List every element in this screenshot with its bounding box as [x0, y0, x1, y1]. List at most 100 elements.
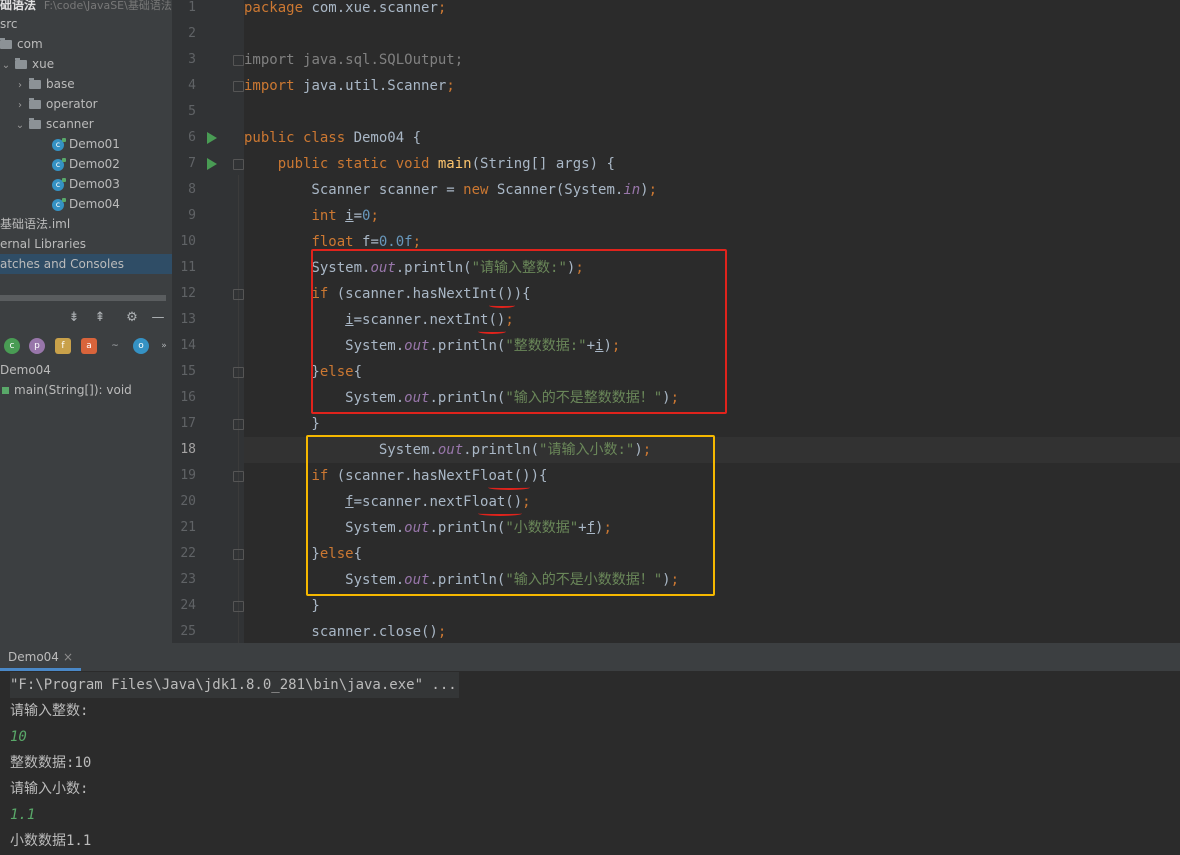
- line-number: 7: [188, 156, 196, 171]
- console-line: "F:\Program Files\Java\jdk1.8.0_281\bin\…: [10, 672, 459, 698]
- fold-marker-icon[interactable]: [233, 159, 244, 170]
- structure-class-label: Demo04: [0, 363, 51, 377]
- tab-demo04[interactable]: Demo04 ×: [0, 643, 81, 671]
- tree-item-label: base: [46, 77, 75, 91]
- code-token: ;: [454, 52, 464, 68]
- tree-item-xue[interactable]: ⌄ xue: [0, 54, 54, 74]
- code-token: scanner.close(): [244, 624, 438, 640]
- fold-marker-icon[interactable]: [233, 367, 244, 378]
- code-line[interactable]: }: [244, 593, 1180, 619]
- show-fields-icon[interactable]: f: [55, 338, 71, 354]
- code-line[interactable]: [244, 99, 1180, 125]
- code-token: ;: [437, 624, 447, 640]
- structure-method[interactable]: main(String[]): void: [2, 380, 132, 400]
- close-icon[interactable]: ×: [63, 650, 73, 664]
- code-line[interactable]: package com.xue.scanner;: [244, 0, 1180, 21]
- run-gutter-icon[interactable]: [207, 158, 217, 170]
- tree-item-demo03[interactable]: c Demo03: [52, 174, 120, 194]
- autoscroll-icon[interactable]: o: [133, 338, 149, 354]
- gear-icon[interactable]: ⚙: [124, 310, 140, 326]
- fold-marker-icon[interactable]: [233, 81, 244, 92]
- console-line: 请输入小数:: [10, 781, 89, 797]
- line-number: 19: [180, 468, 196, 483]
- code-line[interactable]: Scanner scanner = new Scanner(System.in)…: [244, 177, 1180, 203]
- code-line[interactable]: [244, 21, 1180, 47]
- tree-item-iml[interactable]: 基础语法.iml: [0, 214, 70, 234]
- tree-item-demo01[interactable]: c Demo01: [52, 134, 120, 154]
- chevron-down-icon[interactable]: ⌄: [0, 56, 12, 76]
- method-lock-icon: [2, 387, 9, 394]
- code-line[interactable]: public static void main(String[] args) {: [244, 151, 1180, 177]
- run-tool-window-tabs: Demo04 ×: [0, 643, 1180, 672]
- code-token: =: [353, 208, 363, 224]
- run-gutter-icon[interactable]: [207, 132, 217, 144]
- code-token: public static void: [244, 156, 438, 172]
- minimize-icon[interactable]: —: [150, 310, 166, 326]
- fold-marker-icon[interactable]: [233, 471, 244, 482]
- line-number: 6: [188, 130, 196, 145]
- line-number: 5: [188, 104, 196, 119]
- code-token: }: [244, 598, 320, 614]
- code-line[interactable]: }: [244, 411, 1180, 437]
- code-token: import: [244, 78, 304, 94]
- tree-item-label: atches and Consoles: [0, 257, 124, 271]
- code-token: 0.0f: [378, 234, 413, 250]
- structure-toolbar: ⇟ ⇞ ⚙ —: [0, 304, 172, 332]
- tree-item-label: ernal Libraries: [0, 237, 87, 251]
- tree-item-scratches[interactable]: atches and Consoles: [0, 254, 172, 274]
- structure-method-label: main(String[]): void: [14, 383, 132, 397]
- code-token: ;: [370, 208, 379, 224]
- code-token: ;: [446, 78, 455, 94]
- show-properties-icon[interactable]: p: [29, 338, 45, 354]
- code-token: import: [244, 52, 304, 68]
- tab-label: Demo04: [8, 650, 59, 664]
- fold-marker-icon[interactable]: [233, 55, 244, 66]
- code-line[interactable]: scanner.close();: [244, 619, 1180, 643]
- code-line[interactable]: int i=0;: [244, 203, 1180, 229]
- code-line[interactable]: import java.util.Scanner;: [244, 73, 1180, 99]
- structure-class[interactable]: Demo04: [0, 360, 51, 380]
- indent-guide: [238, 175, 239, 643]
- tree-item-scanner[interactable]: ⌄ scanner: [14, 114, 94, 134]
- code-token: Scanner(System.: [496, 182, 624, 198]
- line-number: 22: [180, 546, 196, 561]
- more-icon[interactable]: »: [156, 338, 172, 354]
- code-line[interactable]: public class Demo04 {: [244, 125, 1180, 151]
- code-token: java.util.Scanner: [303, 78, 447, 94]
- tree-item-base[interactable]: › base: [14, 74, 75, 94]
- tree-item-external-libraries[interactable]: ernal Libraries: [0, 234, 86, 254]
- code-token: ;: [648, 182, 658, 198]
- tree-item-src[interactable]: src: [0, 14, 18, 34]
- folder-icon: [29, 98, 41, 109]
- code-line[interactable]: import java.sql.SQLOutput;: [244, 47, 1180, 73]
- tree-item-label: scanner: [46, 117, 94, 131]
- code-token: f=: [362, 234, 379, 250]
- tree-item-operator[interactable]: › operator: [14, 94, 98, 114]
- code-token: public class: [244, 130, 354, 146]
- tree-item-demo04[interactable]: c Demo04: [52, 194, 120, 214]
- code-token: float: [311, 234, 363, 250]
- show-non-public-icon[interactable]: a: [81, 338, 97, 354]
- fold-marker-icon[interactable]: [233, 289, 244, 300]
- project-header[interactable]: 础语法 F:\code\JavaSE\基础语法: [0, 0, 172, 15]
- fold-marker-icon[interactable]: [233, 419, 244, 430]
- collapse-all-icon[interactable]: ⇞: [92, 310, 108, 326]
- horizontal-scrollbar[interactable]: [0, 295, 166, 301]
- chevron-right-icon[interactable]: ›: [14, 76, 26, 96]
- show-inherited-icon[interactable]: c: [4, 338, 20, 354]
- filter-lambdas-icon[interactable]: ~: [107, 338, 123, 354]
- expand-all-icon[interactable]: ⇟: [66, 310, 82, 326]
- line-number: 11: [180, 260, 196, 275]
- chevron-right-icon[interactable]: ›: [14, 96, 26, 116]
- chevron-down-icon[interactable]: ⌄: [14, 116, 26, 136]
- fold-marker-icon[interactable]: [233, 549, 244, 560]
- tree-item-com[interactable]: com: [0, 34, 43, 54]
- run-console[interactable]: "F:\Program Files\Java\jdk1.8.0_281\bin\…: [0, 671, 1180, 855]
- console-line: 小数数据1.1: [10, 833, 92, 849]
- line-number: 9: [188, 208, 196, 223]
- tree-item-demo02[interactable]: c Demo02: [52, 154, 120, 174]
- fold-marker-icon[interactable]: [233, 601, 244, 612]
- line-number: 25: [180, 624, 196, 639]
